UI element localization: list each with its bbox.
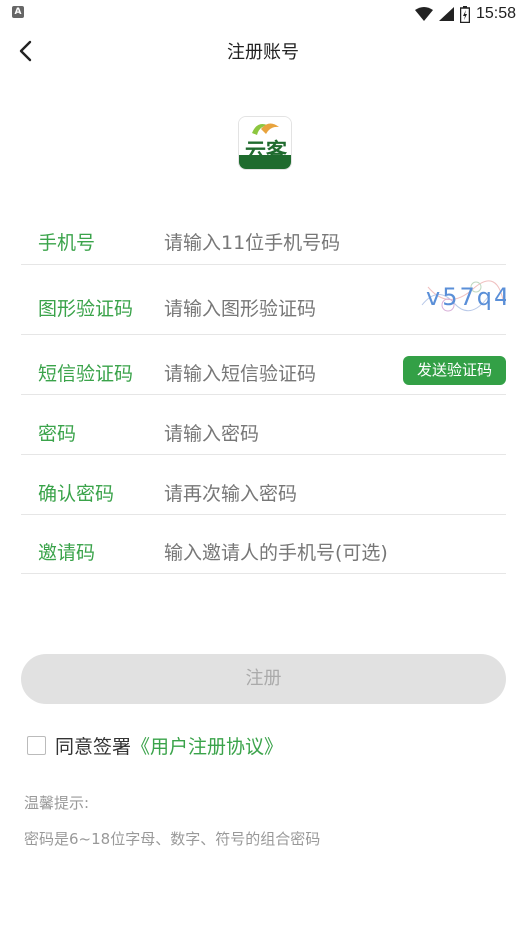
logo-text: 云客 bbox=[245, 139, 288, 163]
captcha-label: 图形验证码 bbox=[38, 298, 134, 320]
battery-icon bbox=[459, 5, 470, 23]
register-button[interactable]: 注册 bbox=[21, 654, 506, 704]
wifi-icon bbox=[414, 7, 433, 21]
captcha-input[interactable]: 请输入图形验证码 bbox=[164, 294, 414, 321]
agreement-row: 同意签署 《用户注册协议》 bbox=[27, 731, 283, 759]
tip-body: 密码是6~18位字母、数字、符号的组合密码 bbox=[24, 830, 321, 848]
agreement-link[interactable]: 《用户注册协议》 bbox=[131, 732, 283, 759]
send-code-button[interactable]: 发送验证码 bbox=[403, 356, 506, 385]
confirm-password-label: 确认密码 bbox=[38, 483, 115, 505]
captcha-image[interactable]: v57q4 bbox=[418, 275, 506, 315]
invite-input[interactable]: 输入邀请人的手机号(可选) bbox=[164, 538, 414, 565]
captcha-row: 图形验证码 请输入图形验证码 v57q4 bbox=[21, 265, 506, 335]
password-input[interactable]: 请输入密码 bbox=[164, 419, 414, 446]
nav-bar: 注册账号 bbox=[0, 28, 526, 74]
cellular-signal-icon bbox=[438, 7, 454, 21]
password-label: 密码 bbox=[38, 423, 77, 445]
password-row: 密码 请输入密码 bbox=[21, 395, 506, 455]
phone-row: 手机号 请输入11位手机号码 bbox=[21, 214, 506, 265]
logo-graphic: 云客 bbox=[239, 117, 291, 169]
captcha-text: v57q4 bbox=[426, 283, 506, 311]
status-time: 15:58 bbox=[475, 5, 516, 22]
app-logo: 云客 bbox=[238, 116, 292, 170]
agreement-checkbox[interactable] bbox=[27, 735, 46, 755]
page-title: 注册账号 bbox=[227, 42, 299, 63]
notification-app-icon: A bbox=[12, 6, 24, 18]
confirm-password-row: 确认密码 请再次输入密码 bbox=[21, 455, 506, 515]
phone-input[interactable]: 请输入11位手机号码 bbox=[164, 228, 414, 255]
agreement-text: 同意签署 bbox=[55, 735, 132, 758]
status-bar: A 15:58 bbox=[0, 0, 526, 28]
sms-label: 短信验证码 bbox=[38, 363, 134, 385]
confirm-password-input[interactable]: 请再次输入密码 bbox=[164, 479, 414, 506]
invite-label: 邀请码 bbox=[38, 542, 96, 564]
status-icons: 15:58 bbox=[414, 3, 516, 25]
sms-input[interactable]: 请输入短信验证码 bbox=[164, 359, 414, 386]
tip-title: 温馨提示: bbox=[24, 794, 90, 812]
sms-row: 短信验证码 请输入短信验证码 发送验证码 bbox=[21, 335, 506, 395]
invite-row: 邀请码 输入邀请人的手机号(可选) bbox=[21, 515, 506, 574]
phone-label: 手机号 bbox=[38, 232, 96, 254]
